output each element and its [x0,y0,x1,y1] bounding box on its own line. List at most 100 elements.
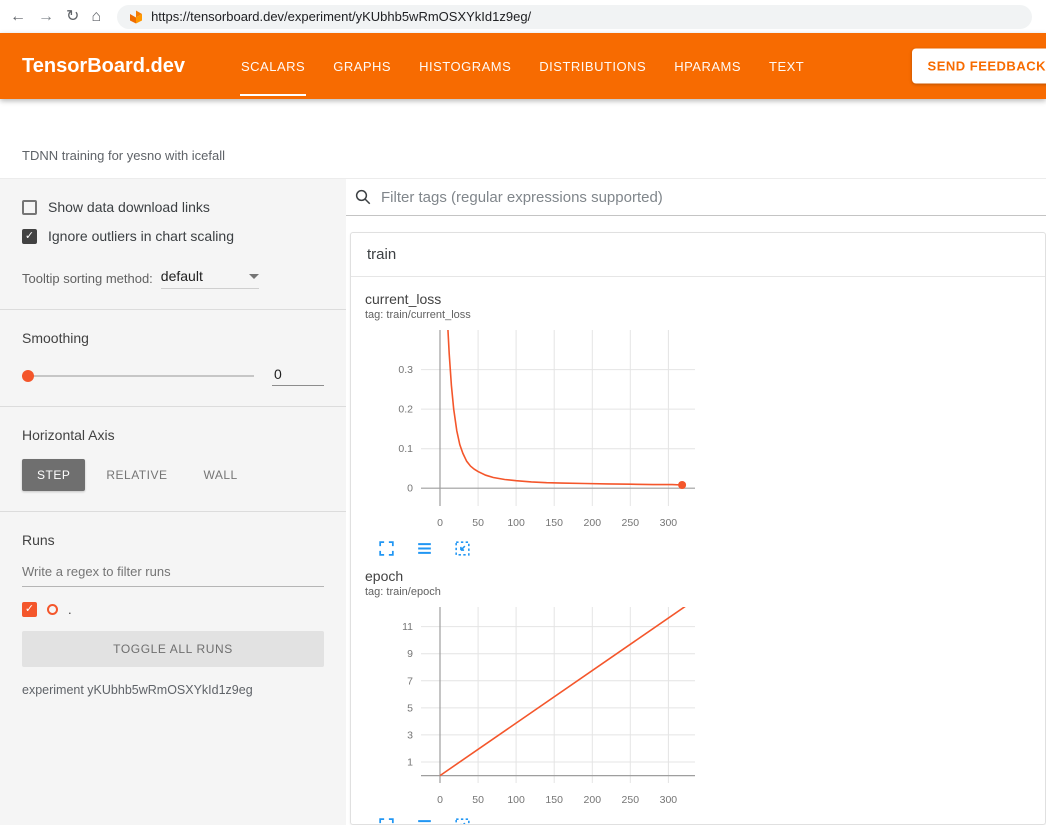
chart-title: epoch [365,568,703,584]
tensorboard-favicon [129,10,143,24]
smoothing-value-input[interactable]: 0 [272,366,324,386]
svg-text:5: 5 [407,702,413,714]
svg-text:7: 7 [407,675,413,687]
runs-label: Runs [22,532,324,548]
smoothing-slider-row: 0 [22,366,324,386]
tooltip-sorting-value: default [161,268,203,284]
svg-text:100: 100 [507,517,525,529]
divider [0,309,346,310]
divider [0,511,346,512]
url-text: https://tensorboard.dev/experiment/yKUbh… [151,9,531,24]
run-row[interactable]: . [22,602,324,617]
view-data-icon[interactable] [415,815,435,824]
current-loss-chart[interactable]: 0 50 100 150 200 250 300 0 0.1 0.2 0.3 [365,324,703,534]
home-icon[interactable]: ⌂ [91,9,101,25]
fit-domain-icon[interactable] [453,538,473,558]
settings-sidebar: Show data download links Ignore outliers… [0,179,346,825]
svg-text:150: 150 [545,794,563,806]
smoothing-slider-thumb[interactable] [22,370,34,382]
svg-text:100: 100 [507,794,525,806]
axis-relative-button[interactable]: RELATIVE [91,459,182,491]
show-download-links-checkbox[interactable] [22,200,37,215]
ignore-outliers-checkbox[interactable] [22,229,37,244]
svg-text:50: 50 [472,794,484,806]
chart-card-current-loss: current_loss tag: train/current_loss 0 50… [365,291,703,558]
svg-text:0: 0 [437,794,443,806]
axis-wall-button[interactable]: WALL [188,459,252,491]
chart-actions [365,815,703,824]
tab-distributions[interactable]: DISTRIBUTIONS [525,33,660,99]
epoch-chart[interactable]: 0501001502002503001357911 [365,601,703,811]
svg-text:50: 50 [472,517,484,529]
view-data-icon[interactable] [415,538,435,558]
train-group-card: train current_loss tag: train/current_lo… [350,232,1046,825]
tensorboard-page: ← → ↻ ⌂ https://tensorboard.dev/experime… [0,0,1046,825]
content-area: Show data download links Ignore outliers… [0,178,1046,825]
horizontal-axis-label: Horizontal Axis [22,427,324,443]
train-group-header[interactable]: train [351,233,1045,277]
chart-title: current_loss [365,291,703,307]
divider [0,406,346,407]
tab-scalars[interactable]: SCALARS [227,33,319,99]
chart-tag: tag: train/epoch [365,586,703,598]
experiment-id-label: experiment yKUbhb5wRmOSXYkId1z9eg [22,683,324,697]
show-download-links-label: Show data download links [48,199,210,215]
tooltip-sorting-label: Tooltip sorting method: [22,271,153,289]
horizontal-axis-buttons: STEP RELATIVE WALL [22,459,324,491]
runs-filter-input[interactable] [22,560,324,587]
tag-filter-row [346,179,1046,216]
svg-text:3: 3 [407,729,413,741]
svg-text:150: 150 [545,517,563,529]
forward-icon[interactable]: → [38,9,54,25]
chart-card-epoch: epoch tag: train/epoch 05010015020025030… [365,568,703,824]
chart-tag: tag: train/current_loss [365,309,703,321]
ignore-outliers-row[interactable]: Ignore outliers in chart scaling [22,228,324,244]
back-icon[interactable]: ← [10,9,26,25]
tab-histograms[interactable]: HISTOGRAMS [405,33,525,99]
nav-tabs: SCALARS GRAPHS HISTOGRAMS DISTRIBUTIONS … [227,33,818,99]
ignore-outliers-label: Ignore outliers in chart scaling [48,228,234,244]
fit-domain-icon[interactable] [453,815,473,824]
app-header: TensorBoard.dev SCALARS GRAPHS HISTOGRAM… [0,33,1046,99]
run-name: . [68,602,72,617]
svg-text:0: 0 [407,483,413,495]
svg-text:11: 11 [402,621,413,633]
svg-text:300: 300 [660,517,678,529]
svg-text:1: 1 [407,757,413,769]
search-icon [354,188,372,206]
expand-chart-icon[interactable] [377,815,397,824]
svg-text:0.1: 0.1 [398,443,413,455]
svg-text:250: 250 [622,794,640,806]
chart-actions [365,538,703,558]
tab-hparams[interactable]: HPARAMS [660,33,755,99]
svg-text:200: 200 [584,794,602,806]
tooltip-sorting-select[interactable]: default [161,268,259,289]
svg-text:0: 0 [437,517,443,529]
tab-text[interactable]: TEXT [755,33,818,99]
run-checkbox[interactable] [22,602,37,617]
smoothing-slider[interactable] [22,375,254,377]
smoothing-label: Smoothing [22,330,324,346]
tooltip-sorting-row: Tooltip sorting method: default [22,268,324,289]
toggle-all-runs-button[interactable]: TOGGLE ALL RUNS [22,631,324,667]
chevron-down-icon [249,274,259,279]
address-bar[interactable]: https://tensorboard.dev/experiment/yKUbh… [117,5,1032,29]
show-download-links-row[interactable]: Show data download links [22,199,324,215]
svg-text:200: 200 [584,517,602,529]
svg-text:250: 250 [622,517,640,529]
reload-icon[interactable]: ↻ [66,9,79,25]
svg-text:0.3: 0.3 [398,364,413,376]
charts-grid: current_loss tag: train/current_loss 050… [351,277,1045,824]
axis-step-button[interactable]: STEP [22,459,85,491]
scalars-main: train current_loss tag: train/current_lo… [346,179,1046,825]
browser-toolbar: ← → ↻ ⌂ https://tensorboard.dev/experime… [0,0,1046,33]
svg-text:0.2: 0.2 [398,404,413,416]
experiment-description-bar: TDNN training for yesno with icefall [0,99,1046,178]
run-color-swatch [47,604,58,615]
brand-logo: TensorBoard.dev [22,55,185,78]
tab-graphs[interactable]: GRAPHS [319,33,405,99]
svg-text:9: 9 [407,648,413,660]
expand-chart-icon[interactable] [377,538,397,558]
send-feedback-button[interactable]: SEND FEEDBACK [912,49,1046,84]
tag-filter-input[interactable] [381,189,1038,206]
